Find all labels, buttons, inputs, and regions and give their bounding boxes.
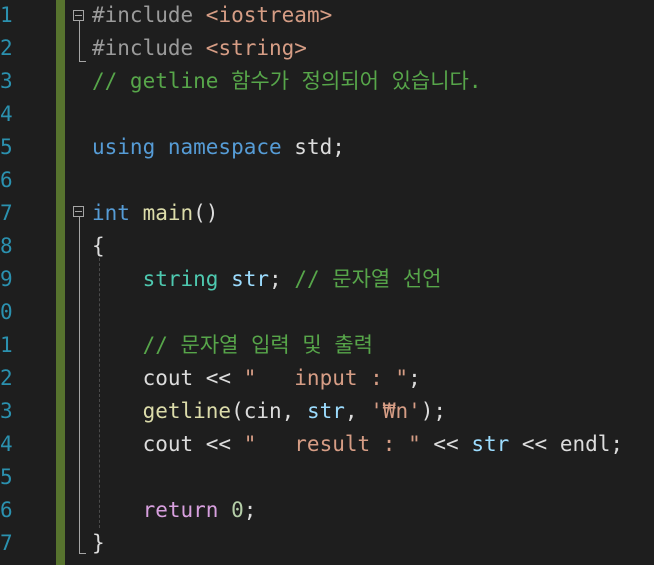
line-number: 6 (0, 168, 13, 192)
code-token: cout << (92, 432, 244, 456)
code-token: return (142, 498, 232, 522)
line-number: 8 (0, 234, 13, 258)
code-token: // getline 함수가 정의되어 있습니다. (92, 69, 482, 93)
line-number: 3 (0, 399, 13, 423)
code-line[interactable]: getline(cin, str, '₩n'); (92, 395, 446, 428)
code-token: std; (294, 135, 345, 159)
code-token: { (92, 234, 105, 258)
code-token: namespace (167, 135, 295, 159)
change-tracking-bar (56, 0, 65, 565)
code-token: '₩n' (370, 399, 421, 423)
code-line[interactable]: #include <iostream> (92, 0, 332, 32)
line-number: 2 (0, 366, 13, 390)
code-token: " result : " (243, 432, 421, 456)
code-token: // 문자열 선언 (294, 267, 442, 291)
code-token: main (142, 201, 194, 225)
line-number: 4 (0, 432, 13, 456)
code-token: cout << (92, 366, 244, 390)
collapse-include-block-icon[interactable] (73, 10, 84, 21)
code-line[interactable]: using namespace std; (92, 131, 345, 164)
code-line[interactable]: { (92, 230, 105, 263)
code-token: ; (269, 267, 295, 291)
code-token: #include (92, 36, 206, 60)
outlining-margin (65, 0, 91, 565)
line-number-gutter: 1 2 3 4 5 6 7 8 9 0 1 2 3 4 5 6 7 (0, 0, 56, 565)
code-token: // 문자열 입력 및 출력 (142, 333, 373, 357)
code-token: str (306, 399, 345, 423)
code-token: () (193, 201, 219, 225)
code-token: << (420, 432, 472, 456)
code-token: " input : " (243, 366, 409, 390)
code-token: getline (142, 399, 232, 423)
code-token: (cin, (231, 399, 307, 423)
line-number: 5 (0, 135, 13, 159)
code-token: str (471, 432, 510, 456)
code-line[interactable]: cout << " result : " << str << endl; (92, 428, 623, 461)
collapse-main-block-icon[interactable] (73, 206, 84, 217)
line-number: 6 (0, 498, 13, 522)
code-token: int (92, 201, 143, 225)
code-token: using (92, 135, 168, 159)
line-number: 7 (0, 531, 13, 555)
code-line[interactable]: int main() (92, 197, 218, 230)
code-token: ); (420, 399, 447, 423)
code-token: ; (408, 366, 421, 390)
code-line[interactable]: #include <string> (92, 32, 307, 65)
code-line[interactable]: } (92, 527, 105, 560)
fold-end (79, 61, 86, 62)
code-token: ; (243, 498, 257, 522)
line-number: 4 (0, 102, 13, 126)
code-token: <string> (205, 36, 307, 60)
fold-line (79, 21, 80, 61)
code-token: , (344, 399, 371, 423)
code-line[interactable]: // 문자열 입력 및 출력 (92, 329, 373, 362)
line-number: 0 (0, 300, 13, 324)
code-token: << endl; (509, 432, 624, 456)
code-line[interactable]: // getline 함수가 정의되어 있습니다. (92, 65, 482, 98)
line-number: 1 (0, 333, 13, 357)
line-number: 9 (0, 267, 13, 291)
line-number: 5 (0, 465, 13, 489)
fold-end (79, 553, 86, 554)
code-token: 0 (231, 498, 244, 522)
code-token: } (92, 531, 105, 555)
code-line[interactable]: return 0; (92, 494, 257, 527)
code-line[interactable]: cout << " input : "; (92, 362, 421, 395)
line-number: 1 (0, 3, 13, 27)
code-token: <iostream> (205, 3, 333, 27)
code-line[interactable]: string str; // 문자열 선언 (92, 263, 442, 296)
code-editor[interactable]: 12345678901234567 #include <iostream> #in… (0, 0, 654, 565)
code-token: #include (92, 3, 206, 27)
code-token: str (231, 267, 270, 291)
fold-line (79, 217, 80, 553)
code-token: string (142, 267, 232, 291)
line-number: 2 (0, 36, 13, 60)
line-number: 3 (0, 69, 13, 93)
line-number: 7 (0, 201, 13, 225)
